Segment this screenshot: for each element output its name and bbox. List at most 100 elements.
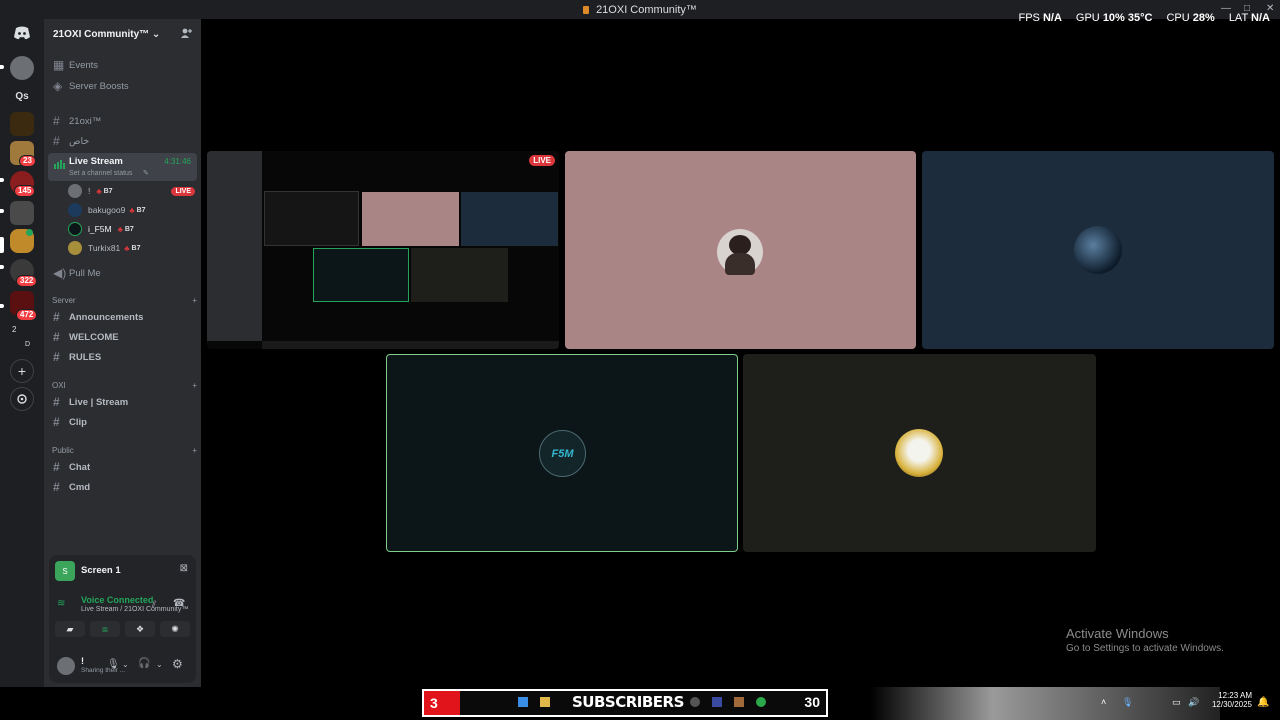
boosts-label: Server Boosts xyxy=(69,80,129,92)
avatar: F5M xyxy=(539,430,586,477)
chevron-down-icon[interactable]: ⌄ xyxy=(156,660,163,669)
avatar xyxy=(68,222,82,236)
app-icon[interactable] xyxy=(712,697,722,707)
guild-name: 21OXI Community™ xyxy=(53,28,150,40)
hash-icon: # xyxy=(53,114,60,128)
windows-start-icon[interactable] xyxy=(518,697,528,707)
category-public[interactable]: Public + xyxy=(52,446,197,455)
channel-announcements[interactable]: # Announcements xyxy=(48,307,197,327)
hash-icon: # xyxy=(53,134,60,148)
server-icon[interactable] xyxy=(10,201,34,225)
voice-channel-live-stream[interactable]: Live Stream 4:31:46 Set a channel status… xyxy=(48,153,197,181)
taskbar-clock[interactable]: 12:23 AM 12/30/2025 xyxy=(1206,691,1252,709)
stream-preview-pane xyxy=(313,248,409,302)
avatar xyxy=(68,203,82,217)
channel-welcome[interactable]: # WELCOME xyxy=(48,327,197,347)
microphone-tray-icon[interactable]: 🎙 xyxy=(1122,697,1133,708)
camera-toggle-button[interactable]: ▰ xyxy=(55,621,85,637)
screen-share-button[interactable]: ⧈ xyxy=(90,621,120,637)
category-label: Public xyxy=(52,446,74,455)
app-icon[interactable] xyxy=(690,697,700,707)
participant-tile[interactable] xyxy=(743,354,1096,552)
activities-button[interactable]: ❖ xyxy=(125,621,155,637)
notifications-icon[interactable]: 🔔 xyxy=(1257,697,1269,708)
category-label: Server xyxy=(52,296,76,305)
stream-tile[interactable]: LIVE xyxy=(207,151,559,349)
participant-tile-speaking[interactable]: F5M xyxy=(386,354,738,552)
channel-status[interactable]: Set a channel status xyxy=(69,170,132,177)
avatar xyxy=(68,241,82,255)
events-label: Events xyxy=(69,59,99,71)
avatar xyxy=(729,235,751,255)
channel-rules[interactable]: # RULES xyxy=(48,347,197,367)
chevron-down-icon: ⌄ xyxy=(151,28,161,40)
screen-name: Screen 1 xyxy=(81,565,121,576)
voice-participant[interactable]: ! ♣ B7 LIVE xyxy=(68,182,195,200)
file-explorer-icon[interactable] xyxy=(540,697,550,707)
headphones-icon[interactable]: 🎧 xyxy=(138,658,150,669)
unread-indicator xyxy=(0,65,4,69)
channel-clip[interactable]: # Clip xyxy=(48,412,197,432)
microphone-icon[interactable]: 🎙 xyxy=(107,659,120,670)
channel-21oxi[interactable]: #21oxi™ xyxy=(48,111,197,131)
app-icon[interactable] xyxy=(734,697,744,707)
tray-chevron-icon[interactable]: ˄ xyxy=(1101,697,1106,707)
mention-badge: 322 xyxy=(16,275,38,287)
category-server[interactable]: Server + xyxy=(52,296,197,305)
soundboard-button[interactable]: ✺ xyxy=(160,621,190,637)
participant-name: bakugoo9 xyxy=(88,205,126,215)
disconnect-icon[interactable]: ☎ xyxy=(173,598,185,609)
add-server-icon[interactable]: + xyxy=(10,359,34,383)
voice-participant[interactable]: Turkix81 ♣ B7 xyxy=(68,239,140,257)
pencil-icon[interactable]: ✎ xyxy=(143,169,149,177)
channel-chat[interactable]: # Chat xyxy=(48,457,197,477)
voice-channel-pull-me[interactable]: ◀) Pull Me xyxy=(48,263,197,283)
voice-participant[interactable]: i_F5M ♣ B7 xyxy=(68,220,134,238)
network-icon[interactable]: ▭ xyxy=(1172,697,1181,708)
channel-label: خاص xyxy=(69,135,90,147)
server-icon[interactable] xyxy=(10,56,34,80)
category-oxi[interactable]: OXI + xyxy=(52,381,197,390)
participant-tile[interactable] xyxy=(565,151,916,349)
participant-tile[interactable] xyxy=(922,151,1274,349)
desktop-wallpaper xyxy=(870,687,1220,720)
voice-indicator xyxy=(26,229,33,236)
plus-icon[interactable]: + xyxy=(192,381,197,390)
discover-icon[interactable] xyxy=(10,387,34,411)
volume-icon[interactable]: 🔊 xyxy=(1188,697,1199,708)
unread-indicator xyxy=(0,209,4,213)
xbox-icon[interactable] xyxy=(756,697,766,707)
clan-tag: B7 xyxy=(131,244,141,252)
server-icon-qs[interactable]: Qs xyxy=(10,84,34,108)
avatar xyxy=(68,184,82,198)
server-boosts-item[interactable]: ◈ Server Boosts xyxy=(48,76,197,96)
gear-icon[interactable]: ⚙ xyxy=(172,657,183,671)
voice-participant[interactable]: bakugoo9 ♣ B7 xyxy=(68,201,146,219)
person-add-icon[interactable] xyxy=(180,27,192,42)
avatar-text: F5M xyxy=(551,447,574,460)
discord-home-icon[interactable] xyxy=(13,26,31,40)
server-icon[interactable] xyxy=(10,112,34,136)
signal-icon[interactable]: ≋ xyxy=(57,598,65,609)
subscriber-count-left: 3 xyxy=(424,691,460,715)
subscriber-counter: 3 SUBSCRIBERS 30 xyxy=(422,689,828,717)
mention-badge: 472 xyxy=(16,309,38,321)
chevron-down-icon[interactable]: ⌄ xyxy=(122,660,129,669)
avatar[interactable] xyxy=(57,657,75,675)
speaker-icon xyxy=(54,157,66,175)
stream-preview-pane xyxy=(264,191,359,246)
folder-label[interactable]: 2 xyxy=(12,325,16,334)
channel-private[interactable]: # خاص xyxy=(48,131,197,151)
plus-icon[interactable]: + xyxy=(192,296,197,305)
noise-suppression-icon[interactable]: ⫽ xyxy=(152,599,156,610)
channel-label: RULES xyxy=(69,351,102,363)
guild-header[interactable]: 21OXI Community™ ⌄ xyxy=(44,19,201,49)
channel-cmd[interactable]: # Cmd xyxy=(48,477,197,497)
channel-live-stream[interactable]: # Live | Stream xyxy=(48,392,197,412)
avatar xyxy=(1074,226,1122,274)
clan-tag: B7 xyxy=(124,225,134,233)
stop-stream-icon[interactable]: ⊠ xyxy=(180,563,188,574)
events-item[interactable]: ▦ Events xyxy=(48,55,197,75)
plus-icon[interactable]: + xyxy=(192,446,197,455)
folder-label[interactable]: D xyxy=(25,341,30,348)
